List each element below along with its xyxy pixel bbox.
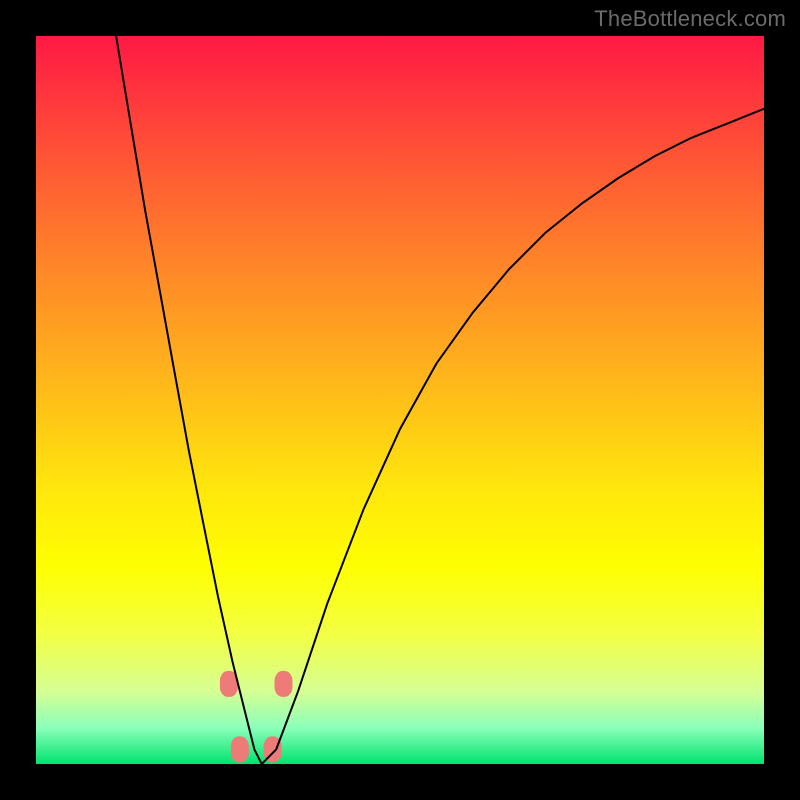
curve-markers: [220, 671, 293, 763]
curve-layer: [36, 36, 764, 764]
bottleneck-curve: [116, 36, 764, 764]
chart-frame: TheBottleneck.com: [0, 0, 800, 800]
plot-area: [36, 36, 764, 764]
watermark-text: TheBottleneck.com: [594, 6, 786, 32]
curve-marker: [275, 671, 293, 697]
curve-marker: [231, 736, 249, 762]
